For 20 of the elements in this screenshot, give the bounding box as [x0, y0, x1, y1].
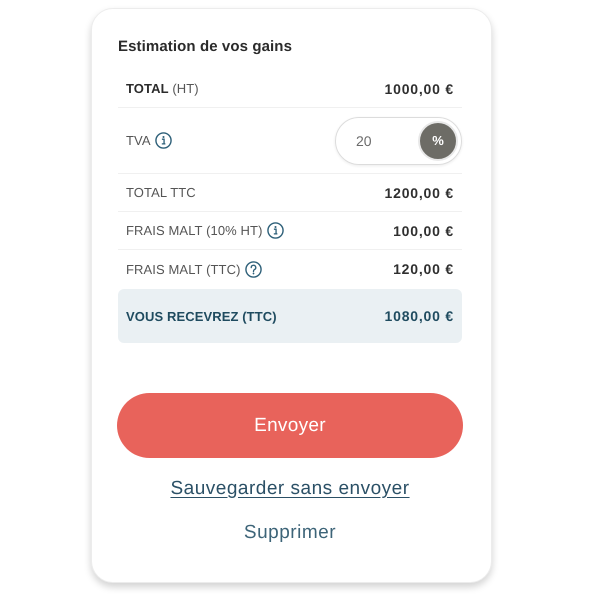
row-amount: 1080,00 € [384, 308, 454, 324]
rate-input-field[interactable]: 20 % [335, 116, 462, 164]
save-link[interactable]: Sauvegarder sans envoyer [170, 478, 410, 500]
row-label: TOTAL TTC [126, 185, 196, 200]
unit-toggle[interactable]: % [418, 120, 458, 160]
delete-button[interactable]: Supprimer [244, 522, 336, 544]
row-amount: 1000,00 € [384, 80, 454, 96]
row-amount: 120,00 € [393, 261, 454, 277]
row-amount: 1200,00 € [384, 184, 454, 200]
row-label: FRAIS MALT (TTC) [126, 262, 241, 276]
info-icon[interactable] [154, 132, 172, 149]
row-label: TVA [126, 133, 151, 148]
row-label: VOUS RECEVREZ (TTC) [126, 308, 277, 324]
info-icon[interactable] [266, 222, 284, 239]
row-label: FRAIS MALT (10% HT) [126, 223, 262, 238]
row-label: TOTAL (HT) [126, 81, 199, 96]
send-button[interactable]: Envoyer [117, 393, 463, 458]
row-amount: 100,00 € [393, 222, 454, 238]
help-icon[interactable] [244, 260, 262, 278]
card-title: Estimation de vos gains [118, 38, 294, 55]
